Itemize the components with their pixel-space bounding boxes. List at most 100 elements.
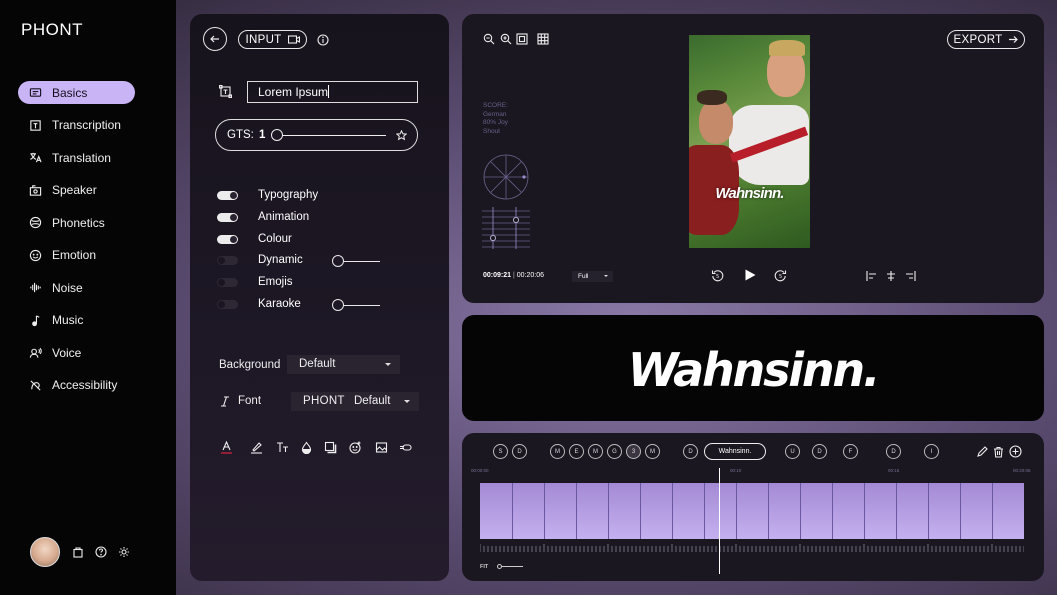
highlight-icon[interactable]: [249, 440, 263, 454]
sidebar-item-label: Emotion: [52, 248, 97, 262]
toggle-emojis-row[interactable]: Emojis: [217, 274, 293, 290]
timeline-chip[interactable]: I: [924, 444, 939, 459]
timeline-chip[interactable]: G: [607, 444, 622, 459]
text-color-icon[interactable]: [219, 440, 233, 454]
timeline-word-chip[interactable]: Wahnsinn.: [704, 443, 766, 460]
sidebar-item-transcription[interactable]: Transcription: [18, 114, 158, 137]
emoji-add-icon[interactable]: [348, 440, 362, 454]
typography-toggle[interactable]: [217, 190, 238, 200]
sidebar-item-accessibility[interactable]: Accessibility: [18, 374, 158, 397]
sidebar-item-translation[interactable]: Translation: [18, 146, 158, 169]
time-total: 00:20:06: [516, 272, 544, 279]
help-icon[interactable]: [95, 546, 107, 558]
timeline-chip[interactable]: E: [569, 444, 584, 459]
shadow-icon[interactable]: [323, 440, 337, 454]
export-button[interactable]: EXPORT: [947, 30, 1025, 49]
sidebar-item-phonetics[interactable]: Phonetics: [18, 211, 158, 234]
star-icon[interactable]: [396, 130, 407, 141]
align-center-icon[interactable]: [885, 270, 897, 282]
opacity-icon[interactable]: [299, 440, 313, 454]
zoom-out-icon[interactable]: [483, 32, 495, 45]
back-button[interactable]: [203, 27, 227, 51]
sidebar-item-music[interactable]: Music: [18, 309, 158, 332]
trash-icon[interactable]: [993, 446, 1004, 458]
video-camera-icon: [287, 35, 300, 44]
sidebar-item-emotion[interactable]: Emotion: [18, 244, 158, 267]
playhead[interactable]: [719, 468, 720, 574]
dynamic-slider[interactable]: [332, 255, 382, 267]
colour-toggle[interactable]: [217, 234, 238, 244]
karaoke-slider[interactable]: [332, 299, 382, 311]
caption-style-icon[interactable]: [398, 440, 412, 454]
caption-text-input[interactable]: Lorem Ipsum: [247, 81, 418, 103]
video-frame[interactable]: Wahnsinn.: [689, 35, 810, 248]
gts-slider-handle[interactable]: [271, 129, 283, 141]
sidebar-item-speaker[interactable]: Speaker: [18, 179, 158, 202]
audio-track[interactable]: [480, 483, 1024, 539]
grid-icon[interactable]: [537, 32, 549, 45]
align-left-icon[interactable]: [866, 270, 878, 282]
gts-slider-group: GTS: 1: [215, 119, 418, 151]
timeline-chip[interactable]: D: [812, 444, 827, 459]
gts-slider-track[interactable]: [277, 135, 386, 136]
timeline-chip[interactable]: D: [683, 444, 698, 459]
toggle-label: Karaoke: [258, 298, 301, 310]
fit-slider-handle[interactable]: [497, 564, 502, 569]
score-line: 80% Joy: [483, 119, 508, 127]
toggle-animation-row[interactable]: Animation: [217, 209, 309, 225]
toggle-label: Dynamic: [258, 254, 303, 266]
preview-panel: EXPORT SCORE: German 80% Joy Shout Wahns…: [462, 14, 1044, 303]
font-dropdown-value: Default: [353, 395, 391, 407]
info-icon[interactable]: [317, 33, 329, 46]
font-dropdown[interactable]: PHONT Default: [291, 392, 419, 411]
bag-icon[interactable]: [72, 546, 84, 558]
timeline-chip[interactable]: M: [588, 444, 603, 459]
time-current: 00:09:21: [483, 272, 512, 279]
emojis-toggle[interactable]: [217, 277, 238, 287]
timeline-chip[interactable]: M: [550, 444, 565, 459]
forward-5-icon[interactable]: 5: [774, 269, 787, 282]
align-right-icon[interactable]: [904, 270, 916, 282]
sidebar-item-basics[interactable]: Basics: [18, 81, 135, 104]
mixer-sliders[interactable]: [482, 207, 530, 249]
add-icon[interactable]: [1009, 445, 1022, 458]
text-size-icon[interactable]: [275, 440, 289, 454]
input-mode-button[interactable]: INPUT: [238, 30, 307, 49]
zoom-dropdown[interactable]: Full: [572, 271, 613, 282]
karaoke-toggle[interactable]: [217, 299, 238, 309]
image-icon[interactable]: [374, 440, 388, 454]
ruler-label: 00:20:06: [1013, 468, 1031, 473]
fit-frame-icon[interactable]: [516, 32, 528, 45]
avatar[interactable]: [30, 537, 60, 567]
toggle-colour-row[interactable]: Colour: [217, 231, 292, 247]
timeline-chip[interactable]: S: [493, 444, 508, 459]
emotion-wheel[interactable]: [482, 153, 530, 201]
play-icon[interactable]: [743, 268, 757, 282]
sidebar-item-voice[interactable]: Voice: [18, 341, 158, 364]
timeline-chip[interactable]: U: [785, 444, 800, 459]
sidebar-item-noise[interactable]: Noise: [18, 276, 158, 299]
timeline-chip[interactable]: F: [843, 444, 858, 459]
gear-icon[interactable]: [118, 546, 130, 558]
dynamic-toggle[interactable]: [217, 255, 238, 265]
timeline-chip[interactable]: 3: [626, 444, 641, 459]
caption-large-text: Wahnsinn.: [627, 343, 881, 397]
caption-text-value: Lorem Ipsum: [258, 85, 329, 99]
arrow-right-icon: [1009, 36, 1019, 43]
animation-toggle[interactable]: [217, 212, 238, 222]
translate-icon: [28, 151, 42, 165]
rewind-5-icon[interactable]: 5: [711, 269, 724, 282]
timeline-chip[interactable]: M: [645, 444, 660, 459]
timeline-chip[interactable]: D: [886, 444, 901, 459]
editor-panel: INPUT Lorem Ipsum GTS: 1 Typography Anim…: [190, 14, 449, 581]
toggle-label: Animation: [258, 211, 310, 223]
transcription-icon: [28, 118, 42, 132]
toggle-typography-row[interactable]: Typography: [217, 187, 318, 203]
pencil-icon[interactable]: [976, 446, 988, 458]
toggle-dynamic-row[interactable]: Dynamic: [217, 252, 303, 268]
background-dropdown[interactable]: Default: [287, 355, 400, 374]
toggle-karaoke-row[interactable]: Karaoke: [217, 296, 301, 312]
timeline-chip[interactable]: D: [512, 444, 527, 459]
zoom-in-icon[interactable]: [500, 32, 512, 45]
emotion-icon: [28, 248, 42, 262]
